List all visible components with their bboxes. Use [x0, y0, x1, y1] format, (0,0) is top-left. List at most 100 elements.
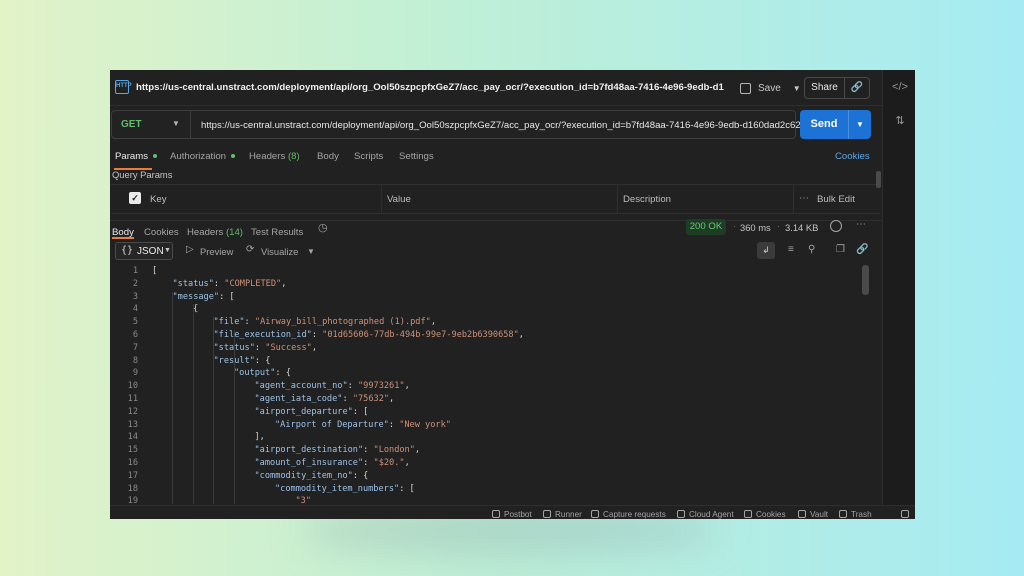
chevron-down-icon[interactable]: ▼	[793, 84, 801, 93]
copy-link-icon[interactable]: 🔗	[845, 78, 869, 98]
refresh-icon[interactable]: ⇅	[892, 114, 908, 128]
save-button[interactable]: Save ▼	[740, 79, 801, 97]
tab-headers[interactable]: Headers (8)	[249, 151, 300, 162]
editor-scrollbar[interactable]	[862, 265, 869, 295]
play-icon[interactable]: ▷	[186, 244, 194, 255]
json-punctuation: : {	[352, 470, 369, 481]
json-punctuation: :	[244, 317, 255, 328]
json-string: "COMPLETED"	[224, 278, 282, 289]
json-string: "3"	[295, 496, 312, 504]
column-header-value: Value	[387, 194, 411, 205]
json-punctuation: : {	[275, 368, 291, 379]
code-line: 18 "commodity_item_numbers": [	[110, 484, 850, 497]
method-select[interactable]: GET	[121, 119, 142, 130]
share-button[interactable]: Share	[805, 78, 845, 98]
tab-params[interactable]: Params	[115, 151, 158, 162]
send-options-chevron-icon[interactable]: ▼	[849, 110, 871, 139]
request-title[interactable]: https://us-central.unstract.com/deployme…	[136, 82, 724, 93]
request-pane: HTTP https://us-central.unstract.com/dep…	[110, 70, 882, 519]
http-request-icon: HTTP	[115, 80, 132, 94]
json-punctuation: : {	[254, 355, 271, 366]
query-params-title: Query Params	[112, 169, 173, 180]
wrap-lines-icon[interactable]: ↲	[757, 242, 775, 259]
request-title-bar: HTTP https://us-central.unstract.com/dep…	[110, 70, 882, 106]
tab-response-cookies[interactable]: Cookies	[144, 227, 179, 238]
code-line: 16 "amount_of_insurance": "$20.",	[110, 458, 850, 471]
preview-button[interactable]: Preview	[200, 246, 233, 257]
code-line: 11 "agent_iata_code": "75632",	[110, 394, 850, 407]
trash-button[interactable]: Trash	[839, 510, 872, 519]
code-line: 19 "3"	[110, 496, 850, 504]
json-punctuation: ],	[254, 432, 265, 443]
panel-icon	[901, 510, 909, 518]
tab-test-results[interactable]: Test Results	[251, 227, 303, 238]
vault-icon	[798, 510, 806, 518]
code-line: 8 "result": {	[110, 356, 850, 369]
footer-label: Vault	[810, 510, 829, 519]
link-icon[interactable]: 🔗	[856, 244, 868, 255]
tab-settings[interactable]: Settings	[399, 151, 434, 162]
line-number: 6	[132, 330, 138, 340]
cookies-link[interactable]: Cookies	[835, 151, 870, 162]
chevron-down-icon: ▼	[164, 247, 171, 254]
response-time[interactable]: 360 ms	[740, 222, 771, 233]
column-header-key: Key	[150, 194, 167, 205]
status-badge[interactable]: 200 OK	[686, 219, 726, 235]
tab-label: Headers	[249, 151, 286, 162]
code-text: "airport_departure": [	[255, 407, 369, 417]
send-button[interactable]: Send	[800, 110, 848, 139]
tab-scripts[interactable]: Scripts	[354, 151, 383, 162]
visualize-button[interactable]: Visualize	[261, 246, 298, 257]
visualize-icon[interactable]: ⟳	[246, 244, 254, 255]
postbot-icon	[492, 510, 500, 518]
column-divider	[793, 185, 794, 213]
response-body-editor[interactable]: 1[2 "status": "COMPLETED", 3 "message": [4{…	[110, 264, 882, 504]
chevron-down-icon[interactable]: ▼	[172, 119, 180, 128]
code-text: "status": "Success",	[214, 343, 318, 353]
cloud-agent-button[interactable]: Cloud Agent	[677, 510, 734, 519]
json-key: "status"	[213, 342, 255, 353]
response-size[interactable]: 3.14 KB	[785, 222, 818, 233]
json-punctuation: : [	[352, 406, 369, 417]
filter-icon[interactable]: ≡	[788, 244, 794, 255]
code-text: "Airport of Departure": "New york"	[275, 420, 451, 430]
capture-requests-button[interactable]: Capture requests	[591, 510, 666, 519]
select-all-checkbox[interactable]: ✓	[129, 192, 141, 204]
json-punctuation: :	[311, 330, 323, 340]
line-number: 8	[132, 355, 138, 366]
postbot-button[interactable]: Postbot	[492, 510, 532, 519]
code-line: 2 "status": "COMPLETED",	[110, 279, 850, 292]
json-punctuation: ,	[281, 278, 287, 289]
cookies-button[interactable]: Cookies	[744, 510, 786, 519]
search-icon[interactable]: ⚲	[808, 244, 815, 255]
format-select[interactable]: {} JSON ▼	[115, 242, 173, 260]
code-icon[interactable]: </>	[892, 81, 908, 95]
copy-icon[interactable]: ❐	[836, 244, 845, 255]
line-number: 12	[127, 406, 138, 417]
bulk-edit-button[interactable]: Bulk Edit	[817, 194, 855, 205]
layout-icon[interactable]	[901, 510, 913, 519]
more-options-icon[interactable]: ⋯	[799, 193, 810, 204]
json-key: "airport_destination"	[254, 445, 364, 456]
history-icon[interactable]: ◷	[318, 221, 328, 234]
tab-body[interactable]: Body	[317, 151, 339, 162]
chevron-down-icon[interactable]: ▼	[307, 247, 315, 256]
url-input[interactable]: https://us-central.unstract.com/deployme…	[201, 120, 803, 131]
line-number: 2	[132, 278, 138, 289]
params-scrollbar[interactable]	[876, 171, 881, 188]
vault-button[interactable]: Vault	[798, 510, 828, 519]
json-string: "London"	[373, 445, 415, 456]
postman-window: HTTP https://us-central.unstract.com/dep…	[110, 70, 915, 519]
network-globe-icon[interactable]	[830, 220, 842, 232]
code-line: 1[	[110, 266, 850, 279]
tab-response-headers[interactable]: Headers (14)	[187, 227, 243, 238]
tab-authorization[interactable]: Authorization	[170, 151, 235, 162]
code-text: "status": "COMPLETED",	[173, 279, 287, 289]
more-options-icon[interactable]: ⋯	[856, 219, 867, 230]
line-number: 11	[127, 394, 138, 404]
code-text: "commodity_item_no": {	[255, 471, 369, 481]
code-text: "airport_destination": "London",	[255, 445, 421, 455]
runner-button[interactable]: Runner	[543, 510, 582, 519]
json-punctuation: ,	[404, 458, 410, 468]
code-line: 13 "Airport of Departure": "New york"	[110, 420, 850, 433]
